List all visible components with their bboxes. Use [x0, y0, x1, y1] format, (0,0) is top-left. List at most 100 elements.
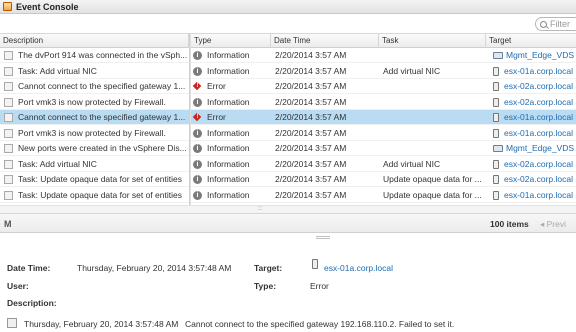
host-icon [493, 175, 499, 184]
event-icon [4, 128, 13, 138]
description-text: Task: Add virtual NIC [18, 158, 97, 169]
target-link[interactable]: esx-01a.corp.local [504, 64, 573, 79]
description-text: Port vmk3 is now protected by Firewall. [18, 127, 166, 138]
target-cell: Mgmt_Edge_VDS [489, 48, 576, 63]
target-link[interactable]: esx-01a.corp.local [324, 263, 393, 273]
type-text: Information [207, 127, 250, 138]
info-icon: i [193, 66, 202, 76]
type-cell: Error [192, 79, 268, 94]
table-row[interactable]: Task: Update opaque data for set of enti… [0, 188, 576, 203]
task-cell [382, 110, 486, 125]
host-icon [493, 128, 499, 138]
description-cell: Task: Add virtual NIC [0, 64, 189, 79]
type-cell: i Information [192, 141, 268, 156]
event-icon [4, 190, 13, 200]
target-link[interactable]: esx-01a.corp.local [504, 188, 573, 203]
type-text: Information [207, 65, 250, 76]
target-cell: esx-02a.corp.local [489, 95, 576, 110]
target-cell: esx-02a.corp.local [489, 79, 576, 94]
event-icon [4, 97, 13, 107]
info-icon: i [193, 128, 202, 138]
window-title: Event Console [16, 1, 79, 12]
description-cell: The dvPort 914 was connected in the vSph… [0, 48, 189, 63]
message-icon [7, 318, 17, 328]
type-text: Information [207, 174, 250, 184]
table-row[interactable]: Cannot connect to the specified gateway … [0, 79, 576, 94]
event-list: The dvPort 914 was connected in the vSph… [0, 48, 576, 205]
info-icon: i [193, 97, 202, 107]
export-icon[interactable]: M [4, 219, 14, 229]
target-cell: esx-01a.corp.local [489, 126, 576, 141]
target-link[interactable]: esx-01a.corp.local [504, 126, 573, 141]
type-text: Information [207, 143, 250, 153]
column-header-target[interactable]: Target [486, 34, 576, 48]
user-label: User: [7, 281, 29, 291]
host-icon [493, 66, 499, 76]
task-cell [382, 79, 486, 94]
description-cell: New ports were created in the vSphere Di… [0, 141, 189, 156]
description-cell: Task: Add virtual NIC [0, 157, 189, 172]
column-header-task[interactable]: Task [379, 34, 486, 48]
description-text: Cannot connect to the specified gateway … [18, 81, 186, 91]
target-cell: Mgmt_Edge_VDS [489, 141, 576, 156]
target-cell: esx-01a.corp.local [489, 110, 576, 125]
table-row[interactable]: Task: Update opaque data for set of enti… [0, 172, 576, 187]
splitter-grip-icon[interactable] [316, 236, 330, 239]
scroll-grip-icon[interactable]: ::: [255, 206, 265, 212]
filter-bar: Filter [0, 14, 576, 34]
target-link[interactable]: Mgmt_Edge_VDS [506, 48, 574, 63]
table-row[interactable]: New ports were created in the vSphere Di… [0, 141, 576, 156]
info-icon: i [193, 190, 202, 200]
target-link[interactable]: esx-02a.corp.local [504, 157, 573, 172]
type-text: Error [207, 81, 226, 91]
task-cell [382, 48, 486, 63]
table-row[interactable]: The dvPort 914 was connected in the vSph… [0, 48, 576, 63]
host-icon [312, 259, 318, 269]
type-value: Error [310, 281, 329, 291]
column-divider[interactable] [189, 34, 191, 205]
table-row[interactable]: Port vmk3 is now protected by Firewall. i… [0, 95, 576, 110]
title-bar: Event Console [0, 0, 576, 14]
table-row[interactable]: Task: Add virtual NIC i Information 2/20/20… [0, 64, 576, 79]
description-label: Description: [7, 298, 57, 308]
table-row[interactable]: Port vmk3 is now protected by Firewall. i… [0, 126, 576, 141]
target-link[interactable]: Mgmt_Edge_VDS [506, 141, 574, 156]
target-link[interactable]: esx-01a.corp.local [504, 110, 573, 125]
date-cell: 2/20/2014 3:57 AM [275, 174, 347, 184]
type-text: Information [207, 96, 250, 107]
task-cell [382, 95, 486, 110]
target-link[interactable]: esx-02a.corp.local [504, 95, 573, 110]
item-count: 100 items [490, 219, 529, 229]
grid-footer: M 100 items ◂ Previ [0, 213, 576, 233]
target-link[interactable]: esx-02a.corp.local [504, 79, 573, 94]
date-cell: 2/20/2014 3:57 AM [275, 112, 347, 122]
type-cell: i Information [192, 172, 268, 187]
filter-input[interactable]: Filter [535, 17, 576, 31]
task-cell: Add virtual NIC [383, 158, 441, 169]
type-label: Type: [254, 281, 277, 291]
previous-button[interactable]: ◂ Previ [540, 214, 566, 234]
description-cell: Port vmk3 is now protected by Firewall. [0, 126, 189, 141]
table-row[interactable]: Task: Add virtual NIC i Information 2/20/20… [0, 157, 576, 172]
date-cell: 2/20/2014 3:57 AM [275, 158, 347, 169]
description-text: Task: Add virtual NIC [18, 65, 97, 76]
task-cell [382, 126, 486, 141]
event-icon [4, 82, 13, 91]
info-icon: i [193, 175, 202, 184]
type-text: Information [207, 158, 250, 169]
column-header-type[interactable]: Type [191, 34, 271, 48]
target-link[interactable]: esx-02a.corp.local [504, 172, 573, 187]
error-icon [193, 113, 202, 122]
grid-header: Description Type Date Time Task Target [0, 34, 576, 48]
description-text: Task: Update opaque data for set of enti… [18, 189, 182, 200]
filter-placeholder: Filter [550, 19, 570, 29]
column-header-description[interactable]: Description [0, 34, 189, 48]
column-header-date-time[interactable]: Date Time [271, 34, 379, 48]
date-cell: 2/20/2014 3:57 AM [275, 50, 347, 60]
type-text: Information [207, 50, 250, 60]
table-row[interactable]: Cannot connect to the specified gateway … [0, 110, 576, 125]
target-cell: esx-01a.corp.local [489, 64, 576, 79]
info-icon: i [193, 144, 202, 153]
horizontal-scrollbar[interactable]: ::: [0, 205, 576, 213]
description-cell: Task: Update opaque data for set of enti… [0, 172, 189, 187]
